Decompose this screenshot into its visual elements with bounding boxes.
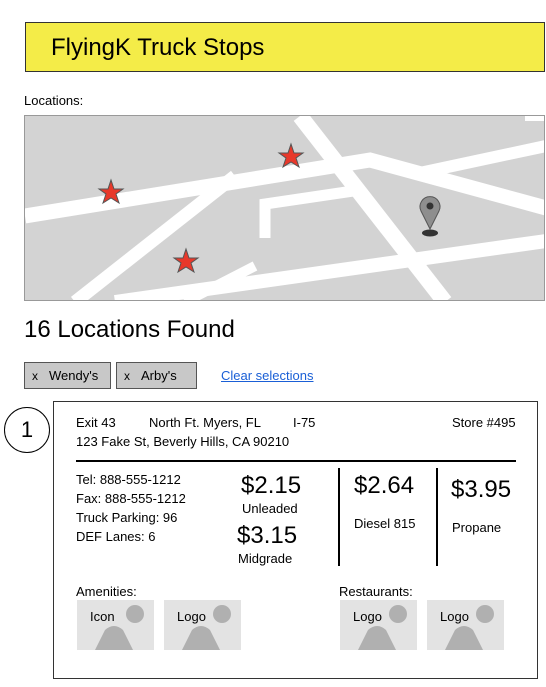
propane-price: $3.95 [451, 476, 512, 503]
location-result-card[interactable]: Exit 43 North Ft. Myers, FL I-75 Store #… [53, 401, 538, 679]
restaurant-logo-placeholder[interactable]: Logo [340, 600, 417, 650]
diesel-label: Diesel 815 [354, 516, 416, 531]
thumb-label: Logo [353, 609, 382, 624]
amenity-icon-placeholder[interactable]: Icon [77, 600, 154, 650]
highway-label: I-75 [293, 415, 316, 430]
price-divider [436, 468, 438, 566]
location-city: North Ft. Myers, FL [149, 415, 261, 430]
image-placeholder-icon [445, 605, 494, 650]
locations-map[interactable] [24, 115, 545, 301]
filter-chip-label: Arby's [141, 368, 177, 383]
location-address: 123 Fake St, Beverly Hills, CA 90210 [76, 434, 290, 449]
filter-chip-wendys[interactable]: x Wendy's [24, 362, 111, 389]
exit-number: Exit 43 [76, 415, 116, 430]
propane-label: Propane [452, 520, 502, 535]
restaurant-logo-placeholder[interactable]: Logo [427, 600, 504, 650]
unleaded-label: Unleaded [242, 501, 298, 516]
image-placeholder-icon [358, 605, 407, 650]
unleaded-price: $2.15 [241, 472, 302, 499]
diesel-price: $2.64 [354, 472, 415, 499]
image-placeholder-icon [95, 605, 144, 650]
locations-label: Locations: [24, 93, 84, 108]
amenity-logo-placeholder[interactable]: Logo [164, 600, 241, 650]
image-placeholder-icon [182, 605, 231, 650]
midgrade-price: $3.15 [237, 522, 298, 549]
midgrade-label: Midgrade [238, 551, 293, 566]
app-title: FlyingK Truck Stops [51, 34, 265, 61]
result-number-badge: 1 [4, 407, 50, 453]
fax-number: Fax: 888-555-1212 [76, 491, 186, 506]
restaurants-heading: Restaurants: [339, 584, 413, 599]
telephone-number: Tel: 888-555-1212 [76, 472, 181, 487]
truck-parking-count: Truck Parking: 96 [76, 510, 178, 525]
price-divider [338, 468, 340, 566]
results-count-heading: 16 Locations Found [24, 316, 235, 343]
amenities-heading: Amenities: [76, 584, 137, 599]
thumb-label: Logo [440, 609, 469, 624]
filter-chip-arbys[interactable]: x Arby's [116, 362, 197, 389]
thumb-label: Icon [90, 609, 115, 624]
card-divider [76, 460, 516, 462]
clear-selections-link[interactable]: Clear selections [221, 368, 314, 383]
def-lanes-count: DEF Lanes: 6 [76, 529, 156, 544]
remove-filter-icon[interactable]: x [124, 369, 130, 383]
remove-filter-icon[interactable]: x [32, 369, 38, 383]
app-header: FlyingK Truck Stops [25, 22, 545, 72]
filter-chip-label: Wendy's [49, 368, 99, 383]
store-number: Store #495 [452, 415, 516, 430]
thumb-label: Logo [177, 609, 206, 624]
map-canvas[interactable] [25, 116, 545, 301]
